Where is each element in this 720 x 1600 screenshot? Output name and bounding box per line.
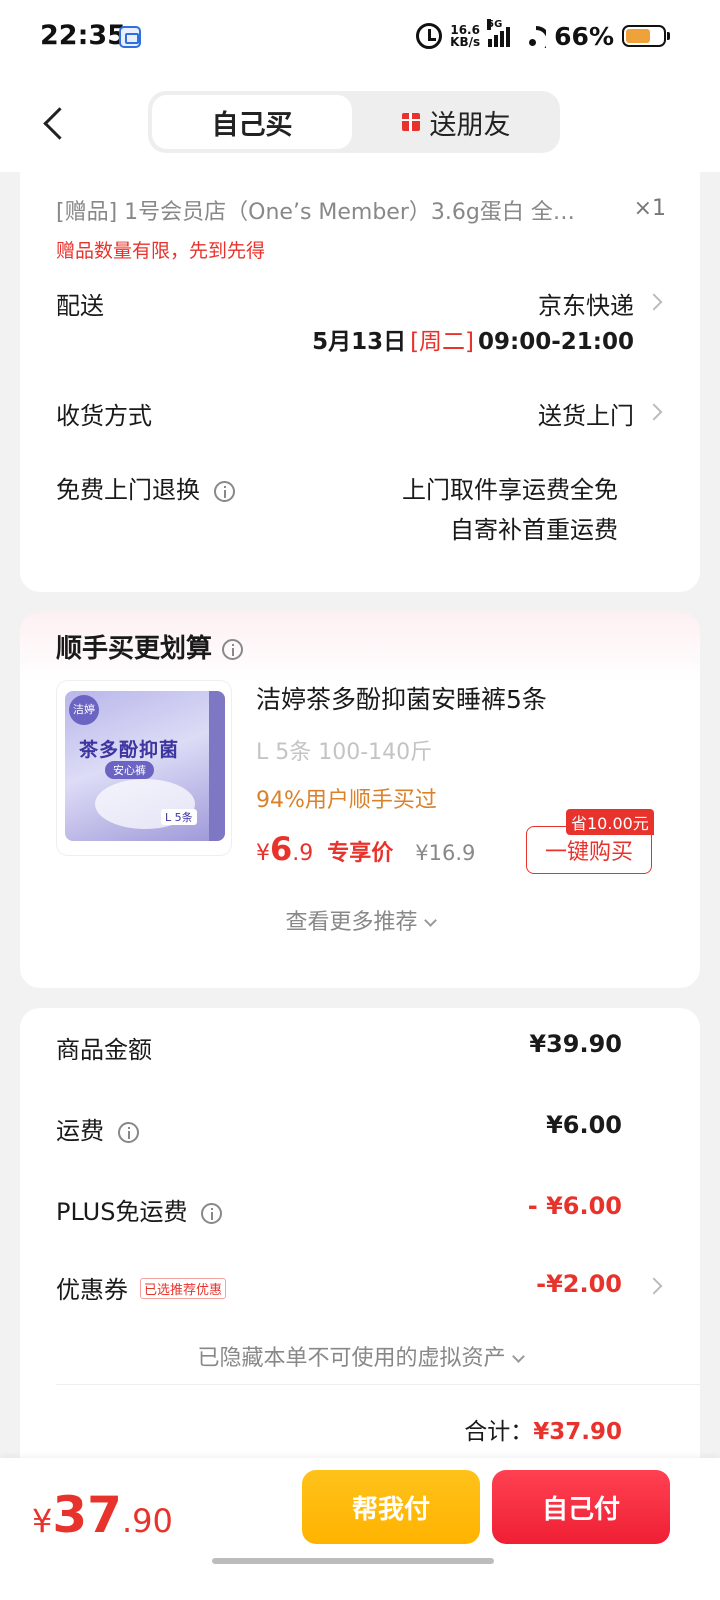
- coupon-badge: 已选推荐优惠: [140, 1278, 227, 1299]
- checkout-bar: ¥37.90 帮我付 自己付: [0, 1458, 720, 1600]
- checkout-price-decimal: .90: [121, 1502, 173, 1540]
- price-summary-card: 商品金额 ¥39.90 运费 ¥6.00 PLUS免运费 - ¥6.00 优惠券…: [20, 1008, 700, 1508]
- product-name[interactable]: 洁婷茶多酚抑菌安睡裤5条: [256, 680, 547, 716]
- network-type: 5G: [487, 19, 503, 30]
- free-return-line2: 自寄补首重运费: [450, 516, 618, 544]
- info-icon[interactable]: [222, 639, 244, 660]
- product-image[interactable]: 洁婷 茶多酚抑菌 安心裤 L 5条: [56, 680, 232, 856]
- purchase-mode-switch: 自己买 送朋友: [148, 91, 560, 153]
- status-icons: 16.6 KB/s 5G 66%: [416, 19, 670, 52]
- chevron-right-icon[interactable]: [645, 403, 663, 421]
- tab-send-to-friend[interactable]: 送朋友: [356, 95, 556, 149]
- gift-item-text: [赠品] 1号会员店（One’s Member）3.6g蛋白 全…: [56, 200, 575, 225]
- more-recommend-text: 查看更多推荐: [285, 910, 418, 935]
- shipping-value: ¥6.00: [546, 1111, 622, 1139]
- gift-note: 赠品数量有限，先到先得: [56, 240, 266, 262]
- delivery-time[interactable]: 5月13日 [周二] 09:00-21:00: [312, 322, 634, 356]
- tab-label: 送朋友: [429, 109, 511, 141]
- delivery-carrier[interactable]: 京东快递: [538, 286, 634, 321]
- tab-label: 自己买: [211, 109, 293, 141]
- more-recommend-link[interactable]: 查看更多推荐: [20, 904, 700, 936]
- pack-subtitle: 安心裤: [105, 761, 154, 779]
- pack-size: L 5条: [161, 809, 197, 825]
- chevron-right-icon[interactable]: [645, 293, 663, 311]
- shipping-label: 运费: [56, 1111, 139, 1146]
- product-package: 洁婷 茶多酚抑菌 安心裤 L 5条: [65, 691, 225, 841]
- tab-buy-for-self[interactable]: 自己买: [152, 95, 352, 149]
- product-spec: L 5条 100-140斤: [256, 740, 433, 765]
- chevron-right-icon[interactable]: [645, 1277, 663, 1295]
- home-indicator[interactable]: [212, 1558, 494, 1564]
- plus-discount-value: - ¥6.00: [527, 1192, 622, 1220]
- divider: [56, 1384, 700, 1385]
- plus-text: PLUS免运费: [56, 1198, 188, 1226]
- battery-percent: 66%: [554, 21, 614, 51]
- coupon-text: 优惠券: [56, 1276, 128, 1304]
- price-tag: 专享价: [327, 841, 394, 866]
- price-integer: 6: [270, 830, 293, 868]
- delivery-weekday: [周二]: [410, 329, 475, 355]
- battery-icon: [622, 25, 670, 47]
- goods-amount-value: ¥39.90: [529, 1030, 622, 1058]
- receive-method-value[interactable]: 送货上门: [538, 396, 634, 431]
- recommend-title: 顺手买更划算: [56, 628, 244, 665]
- free-return-line1: 上门取件享运费全免: [402, 476, 618, 504]
- pack-title: 茶多酚抑菌: [79, 739, 180, 761]
- checkout-price: ¥37.90: [32, 1486, 173, 1544]
- gift-quantity: ×1: [633, 196, 666, 221]
- original-price: ¥16.9: [415, 841, 476, 865]
- info-icon[interactable]: [214, 480, 235, 502]
- save-badge: 省10.00元: [566, 809, 654, 835]
- shipping-text: 运费: [56, 1117, 104, 1145]
- recommend-card: 顺手买更划算 洁婷 茶多酚抑菌 安心裤 L 5条 洁婷茶多酚抑菌安睡裤5条 L …: [20, 612, 700, 988]
- signal-icon: 5G: [487, 19, 511, 47]
- total: 合计：¥37.90: [464, 1412, 622, 1446]
- alarm-icon: [416, 23, 443, 49]
- free-return-label: 免费上门退换: [56, 470, 235, 505]
- free-return-text: 免费上门退换: [56, 476, 200, 504]
- checkout-price-integer: 37: [52, 1486, 122, 1544]
- info-icon[interactable]: [201, 1202, 223, 1224]
- product-price: ¥6.9 专享价 ¥16.9: [256, 830, 475, 868]
- app-notification-icon: [119, 26, 141, 48]
- total-amount: ¥37.90: [533, 1419, 622, 1445]
- receive-method-label: 收货方式: [56, 402, 152, 430]
- status-bar: 22:35 16.6 KB/s 5G 66%: [0, 0, 720, 76]
- net-speed: 16.6 KB/s: [450, 24, 480, 48]
- delivery-label: 配送: [56, 292, 104, 320]
- hidden-assets-toggle[interactable]: 已隐藏本单不可使用的虚拟资产: [20, 1340, 700, 1372]
- checkout-currency: ¥: [32, 1502, 53, 1540]
- total-label: 合计：: [464, 1419, 534, 1445]
- delivery-window: 09:00-21:00: [478, 329, 634, 355]
- recommend-title-text: 顺手买更划算: [56, 634, 213, 664]
- bought-stat: 94%用户顺手买过: [256, 788, 437, 813]
- wifi-icon: [518, 24, 546, 48]
- price-decimal: .9: [292, 841, 314, 866]
- gift-icon: [401, 113, 420, 131]
- order-info-card: [赠品] 1号会员店（One’s Member）3.6g蛋白 全… ×1 赠品数…: [20, 172, 700, 592]
- hidden-assets-text: 已隐藏本单不可使用的虚拟资产: [197, 1346, 506, 1371]
- status-time: 22:35: [40, 20, 126, 51]
- pay-self-button[interactable]: 自己付: [492, 1470, 670, 1544]
- plus-free-shipping-label: PLUS免运费: [56, 1192, 223, 1227]
- pack-brand: 洁婷: [69, 695, 99, 725]
- header: 自己买 送朋友: [0, 76, 720, 172]
- net-speed-unit: KB/s: [450, 35, 481, 49]
- ask-friend-pay-button[interactable]: 帮我付: [302, 1470, 480, 1544]
- chevron-left-icon[interactable]: [36, 102, 72, 146]
- goods-amount-label: 商品金额: [56, 1036, 152, 1064]
- price-currency: ¥: [256, 841, 270, 866]
- delivery-date: 5月13日: [312, 329, 407, 355]
- info-icon[interactable]: [118, 1121, 139, 1143]
- battery-fill: [626, 29, 650, 43]
- coupon-value[interactable]: -¥2.00: [536, 1270, 622, 1298]
- chevron-down-icon: [423, 914, 437, 927]
- coupon-label[interactable]: 优惠券 已选推荐优惠: [56, 1270, 227, 1305]
- chevron-down-icon: [511, 1350, 525, 1363]
